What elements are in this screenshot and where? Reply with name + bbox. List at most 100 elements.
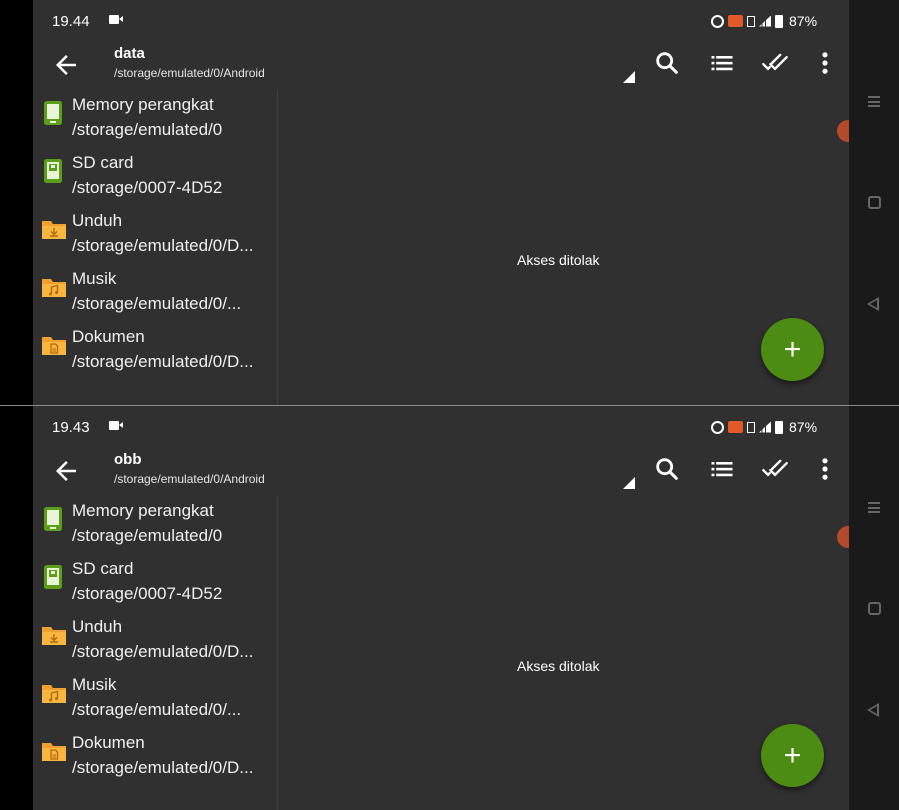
sidebar-item-label: Unduh xyxy=(72,211,123,230)
plus-icon: + xyxy=(783,333,802,366)
battery-icon xyxy=(775,14,783,28)
nav-back-icon[interactable] xyxy=(867,703,879,717)
nfc-icon xyxy=(747,421,755,433)
screen-record-icon xyxy=(109,421,123,430)
search-button[interactable] xyxy=(653,49,681,77)
folder-path[interactable]: /storage/emulated/0/Android xyxy=(114,66,265,80)
sidebar-item-path: /storage/emulated/0/D... xyxy=(72,352,254,371)
sidebar-item-path: /storage/emulated/0 xyxy=(72,120,223,139)
screenshot-bottom: 19.43 87% obb /storage/emulated/0/Androi… xyxy=(0,406,899,810)
sidebar-item-sd-card[interactable]: SD card /storage/0007-4D52 xyxy=(33,554,278,612)
plus-icon: + xyxy=(783,739,802,772)
recent-apps-icon[interactable] xyxy=(868,502,880,513)
floating-bubble[interactable] xyxy=(837,120,849,142)
path-dropdown-icon[interactable] xyxy=(623,477,635,489)
status-bar: 19.43 87% xyxy=(33,406,849,446)
phone-storage-icon xyxy=(43,506,63,532)
list-icon xyxy=(711,462,733,477)
sidebar-item-sd-card[interactable]: SD card /storage/0007-4D52 xyxy=(33,148,278,206)
sidebar-item-music[interactable]: Musik /storage/emulated/0/... xyxy=(33,670,278,728)
list-icon xyxy=(711,56,733,71)
file-manager-screen: 19.43 87% obb /storage/emulated/0/Androi… xyxy=(33,406,849,810)
sidebar-item-memory[interactable]: Memory perangkat /storage/emulated/0 xyxy=(33,90,278,148)
home-icon[interactable] xyxy=(868,602,881,615)
signal-icon xyxy=(759,421,771,433)
sidebar-item-download[interactable]: Unduh /storage/emulated/0/D... xyxy=(33,206,278,264)
sidebar-item-documents[interactable]: Dokumen /storage/emulated/0/D... xyxy=(33,728,278,786)
battery-percent: 87% xyxy=(789,13,818,29)
file-manager-screen: 19.44 87% data /storage/emulated/0/Andro… xyxy=(33,0,849,405)
arrow-left-icon xyxy=(56,55,76,75)
sidebar-item-label: Unduh xyxy=(72,617,123,636)
search-icon xyxy=(656,458,678,480)
download-folder-icon xyxy=(41,218,67,240)
sidebar-item-memory[interactable]: Memory perangkat /storage/emulated/0 xyxy=(33,496,278,554)
sidebar-item-documents[interactable]: Dokumen /storage/emulated/0/D... xyxy=(33,322,278,380)
alarm-icon xyxy=(711,14,724,28)
sidebar-item-music[interactable]: Musik /storage/emulated/0/... xyxy=(33,264,278,322)
search-button[interactable] xyxy=(653,455,681,483)
search-icon xyxy=(656,52,678,74)
navigation-bar xyxy=(849,406,899,810)
view-mode-button[interactable] xyxy=(708,49,736,77)
music-folder-icon xyxy=(41,682,67,704)
nfc-icon xyxy=(747,15,755,27)
more-options-button[interactable] xyxy=(811,49,839,77)
back-button[interactable] xyxy=(51,456,81,486)
add-fab-button[interactable]: + xyxy=(761,318,824,381)
arrow-left-icon xyxy=(56,461,76,481)
floating-bubble[interactable] xyxy=(837,526,849,548)
sd-card-icon xyxy=(43,564,63,590)
status-time: 19.43 xyxy=(52,419,90,436)
back-button[interactable] xyxy=(51,50,81,80)
more-vert-icon xyxy=(822,52,828,74)
sidebar: Memory perangkat /storage/emulated/0 SD … xyxy=(33,90,278,405)
sidebar-item-path: /storage/0007-4D52 xyxy=(72,178,223,197)
screenshot-top: 19.44 87% data /storage/emulated/0/Andro… xyxy=(0,0,899,405)
battery-percent: 87% xyxy=(789,419,818,435)
sidebar: Memory perangkat /storage/emulated/0 SD … xyxy=(33,496,278,810)
sidebar-item-label: Memory perangkat xyxy=(72,95,214,114)
nav-back-icon[interactable] xyxy=(867,297,879,311)
screen-record-icon xyxy=(109,15,123,24)
status-icons: 87% xyxy=(711,13,817,29)
music-folder-icon xyxy=(41,276,67,298)
view-mode-button[interactable] xyxy=(708,455,736,483)
toolbar: data /storage/emulated/0/Android xyxy=(33,40,849,90)
toolbar: obb /storage/emulated/0/Android xyxy=(33,446,849,496)
recent-apps-icon[interactable] xyxy=(868,96,880,107)
document-folder-icon xyxy=(41,740,67,762)
alarm-icon xyxy=(711,420,724,434)
status-bar: 19.44 87% xyxy=(33,0,849,40)
folder-title: obb xyxy=(114,451,142,468)
signal-icon xyxy=(759,15,771,27)
sidebar-item-path: /storage/0007-4D52 xyxy=(72,584,223,603)
add-fab-button[interactable]: + xyxy=(761,724,824,787)
sidebar-item-label: Musik xyxy=(72,675,117,694)
select-all-button[interactable] xyxy=(761,455,789,483)
home-icon[interactable] xyxy=(868,196,881,209)
folder-title: data xyxy=(114,45,145,62)
more-options-button[interactable] xyxy=(811,455,839,483)
sidebar-item-label: Musik xyxy=(72,269,117,288)
sidebar-item-label: SD card xyxy=(72,153,134,172)
sidebar-item-label: Dokumen xyxy=(72,327,145,346)
document-folder-icon xyxy=(41,334,67,356)
folder-path[interactable]: /storage/emulated/0/Android xyxy=(114,472,265,486)
status-icons: 87% xyxy=(711,419,817,435)
status-time: 19.44 xyxy=(52,13,90,30)
navigation-bar xyxy=(849,0,899,405)
sidebar-item-path: /storage/emulated/0/... xyxy=(72,700,242,719)
access-denied-message: Akses ditolak xyxy=(517,252,600,268)
double-check-icon xyxy=(762,459,788,477)
path-dropdown-icon[interactable] xyxy=(623,71,635,83)
cast-icon xyxy=(728,15,743,27)
sidebar-item-label: SD card xyxy=(72,559,134,578)
more-vert-icon xyxy=(822,458,828,480)
select-all-button[interactable] xyxy=(761,49,789,77)
sidebar-item-path: /storage/emulated/0/D... xyxy=(72,236,254,255)
sidebar-item-download[interactable]: Unduh /storage/emulated/0/D... xyxy=(33,612,278,670)
sidebar-item-label: Memory perangkat xyxy=(72,501,214,520)
sidebar-item-path: /storage/emulated/0/... xyxy=(72,294,242,313)
sidebar-item-path: /storage/emulated/0/D... xyxy=(72,642,254,661)
